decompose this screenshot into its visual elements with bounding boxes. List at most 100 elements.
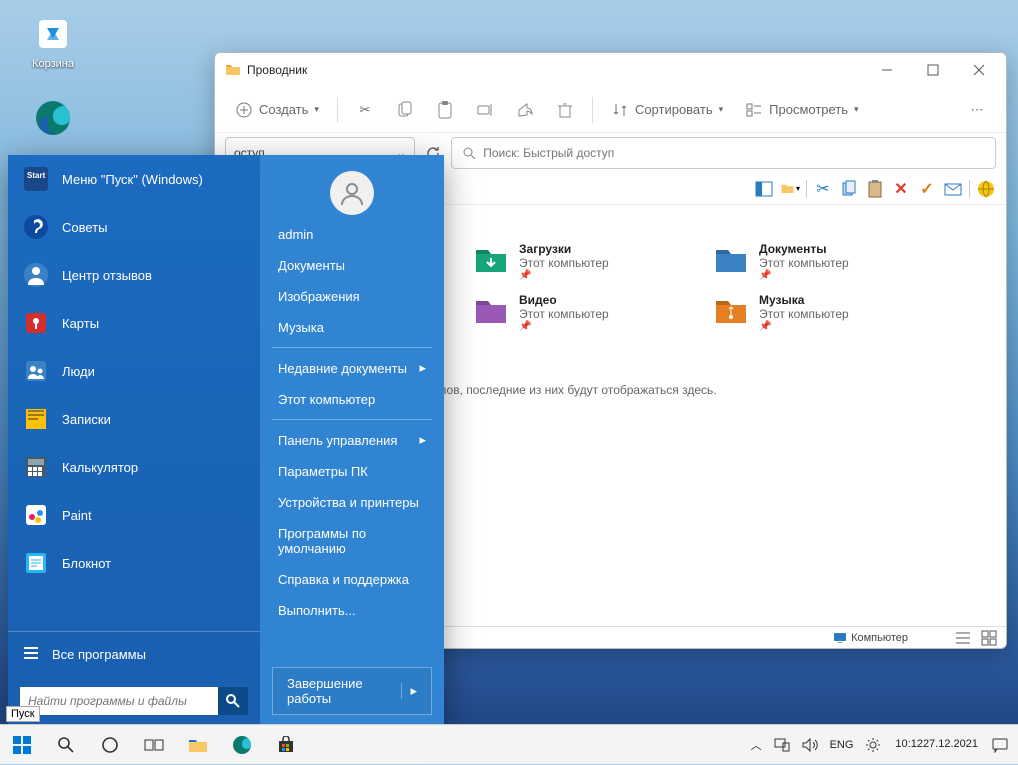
tray-settings-icon[interactable] [859, 725, 887, 765]
start-right-thispc[interactable]: Этот компьютер [260, 384, 444, 415]
tray-chevron-up[interactable]: ︿ [745, 725, 768, 765]
chevron-down-icon: ▾ [854, 104, 859, 115]
paste-button[interactable] [426, 95, 464, 125]
pin-icon: 📌 [759, 270, 849, 281]
pane-icon[interactable] [754, 179, 774, 199]
more-icon: ⋯ [968, 101, 986, 119]
close-button[interactable] [956, 53, 1002, 87]
create-button[interactable]: Создать ▾ [225, 95, 329, 125]
confirm-mini-icon[interactable]: ✓ [917, 179, 937, 199]
recycle-bin[interactable]: Корзина [18, 14, 88, 70]
rename-button[interactable] [466, 95, 504, 125]
view-button[interactable]: Просмотреть ▾ [735, 95, 868, 125]
svg-text:Start: Start [27, 171, 46, 180]
start-item[interactable]: Советы [8, 203, 260, 251]
folder-item[interactable]: МузыкаЭтот компьютер📌 [709, 289, 909, 336]
start-right-documents[interactable]: Документы [260, 250, 444, 281]
start-right-control-panel[interactable]: Панель управления▸ [260, 424, 444, 456]
start-right-user[interactable]: admin [260, 219, 444, 250]
folder-dropdown-icon[interactable]: ▾ [780, 179, 800, 199]
tray-volume-icon[interactable] [796, 725, 824, 765]
chevron-down-icon: ▾ [719, 104, 724, 115]
globe-mini-icon[interactable] [976, 179, 996, 199]
start-item[interactable]: Paint [8, 491, 260, 539]
minimize-button[interactable] [864, 53, 910, 87]
start-button[interactable] [0, 725, 44, 765]
taskbar-store[interactable] [264, 725, 308, 765]
details-view-button[interactable] [954, 629, 972, 647]
folder-icon [473, 293, 509, 329]
taskbar-edge[interactable] [220, 725, 264, 765]
all-programs-button[interactable]: Все программы [8, 631, 260, 677]
folder-item[interactable]: ВидеоЭтот компьютер📌 [469, 289, 669, 336]
tray-clock[interactable]: 10:12 27.12.2021 [887, 725, 986, 765]
folder-item[interactable]: ДокументыЭтот компьютер📌 [709, 238, 909, 285]
search-input[interactable] [483, 146, 987, 160]
taskbar-search[interactable] [44, 725, 88, 765]
start-item-label: Paint [62, 508, 92, 523]
sort-label: Сортировать [635, 102, 713, 117]
folder-icon [713, 293, 749, 329]
edge-shortcut[interactable] [18, 98, 88, 142]
folder-title: Видео [519, 293, 609, 307]
shutdown-button[interactable]: Завершение работы ▸ [272, 667, 432, 715]
folder-title: Документы [759, 242, 849, 256]
start-item[interactable]: StartМеню "Пуск" (Windows) [8, 155, 260, 203]
start-item[interactable]: Калькулятор [8, 443, 260, 491]
tray-action-center-icon[interactable] [986, 725, 1014, 765]
explorer-title: Проводник [247, 63, 864, 77]
start-right-item[interactable]: Программы по умолчанию [260, 518, 444, 564]
start-right-item[interactable]: Справка и поддержка [260, 564, 444, 595]
start-item[interactable]: Центр отзывов [8, 251, 260, 299]
tray-language[interactable]: ENG [824, 725, 860, 765]
cut-mini-icon[interactable]: ✂ [813, 179, 833, 199]
start-search-button[interactable] [218, 687, 248, 715]
folder-icon [713, 242, 749, 278]
paste-mini-icon[interactable] [865, 179, 885, 199]
sort-icon [611, 101, 629, 119]
app-icon [22, 501, 50, 529]
delete-button[interactable] [546, 95, 584, 125]
sort-button[interactable]: Сортировать ▾ [601, 95, 733, 125]
copy-button[interactable] [386, 95, 424, 125]
chevron-right-icon: ▸ [419, 360, 426, 376]
start-right-item[interactable]: Устройства и принтеры [260, 487, 444, 518]
status-computer[interactable]: Компьютер [833, 632, 908, 644]
start-item-label: Люди [62, 364, 95, 379]
start-item[interactable]: Люди [8, 347, 260, 395]
start-search-input[interactable] [20, 687, 218, 715]
app-icon [22, 357, 50, 385]
start-menu-left: StartМеню "Пуск" (Windows) Советы Центр от… [8, 155, 260, 725]
copy-mini-icon[interactable] [839, 179, 859, 199]
taskbar-cortana[interactable] [88, 725, 132, 765]
folder-item[interactable]: ЗагрузкиЭтот компьютер📌 [469, 238, 669, 285]
explorer-titlebar[interactable]: Проводник [215, 53, 1006, 87]
start-item[interactable]: Записки [8, 395, 260, 443]
start-item[interactable]: Блокнот [8, 539, 260, 587]
more-button[interactable]: ⋯ [958, 95, 996, 125]
start-right-pictures[interactable]: Изображения [260, 281, 444, 312]
start-menu-right: admin Документы Изображения Музыка Недав… [260, 155, 444, 725]
taskbar-taskview[interactable] [132, 725, 176, 765]
start-right-music[interactable]: Музыка [260, 312, 444, 343]
folder-title: Загрузки [519, 242, 609, 256]
start-right-recent[interactable]: Недавние документы▸ [260, 352, 444, 384]
start-item[interactable]: Карты [8, 299, 260, 347]
tray-devices-icon[interactable] [768, 725, 796, 765]
start-item-label: Блокнот [62, 556, 111, 571]
share-button[interactable] [506, 95, 544, 125]
search-box[interactable] [451, 137, 996, 169]
monitor-icon [833, 632, 847, 644]
mail-mini-icon[interactable] [943, 179, 963, 199]
taskbar-explorer[interactable] [176, 725, 220, 765]
start-item-label: Калькулятор [62, 460, 138, 475]
clipboard-icon [436, 101, 454, 119]
start-item-label: Советы [62, 220, 107, 235]
cut-button[interactable]: ✂ [346, 95, 384, 125]
icons-view-button[interactable] [980, 629, 998, 647]
maximize-button[interactable] [910, 53, 956, 87]
delete-mini-icon[interactable]: ✕ [891, 179, 911, 199]
user-avatar[interactable] [330, 171, 374, 215]
start-right-item[interactable]: Выполнить... [260, 595, 444, 626]
start-right-item[interactable]: Параметры ПК [260, 456, 444, 487]
